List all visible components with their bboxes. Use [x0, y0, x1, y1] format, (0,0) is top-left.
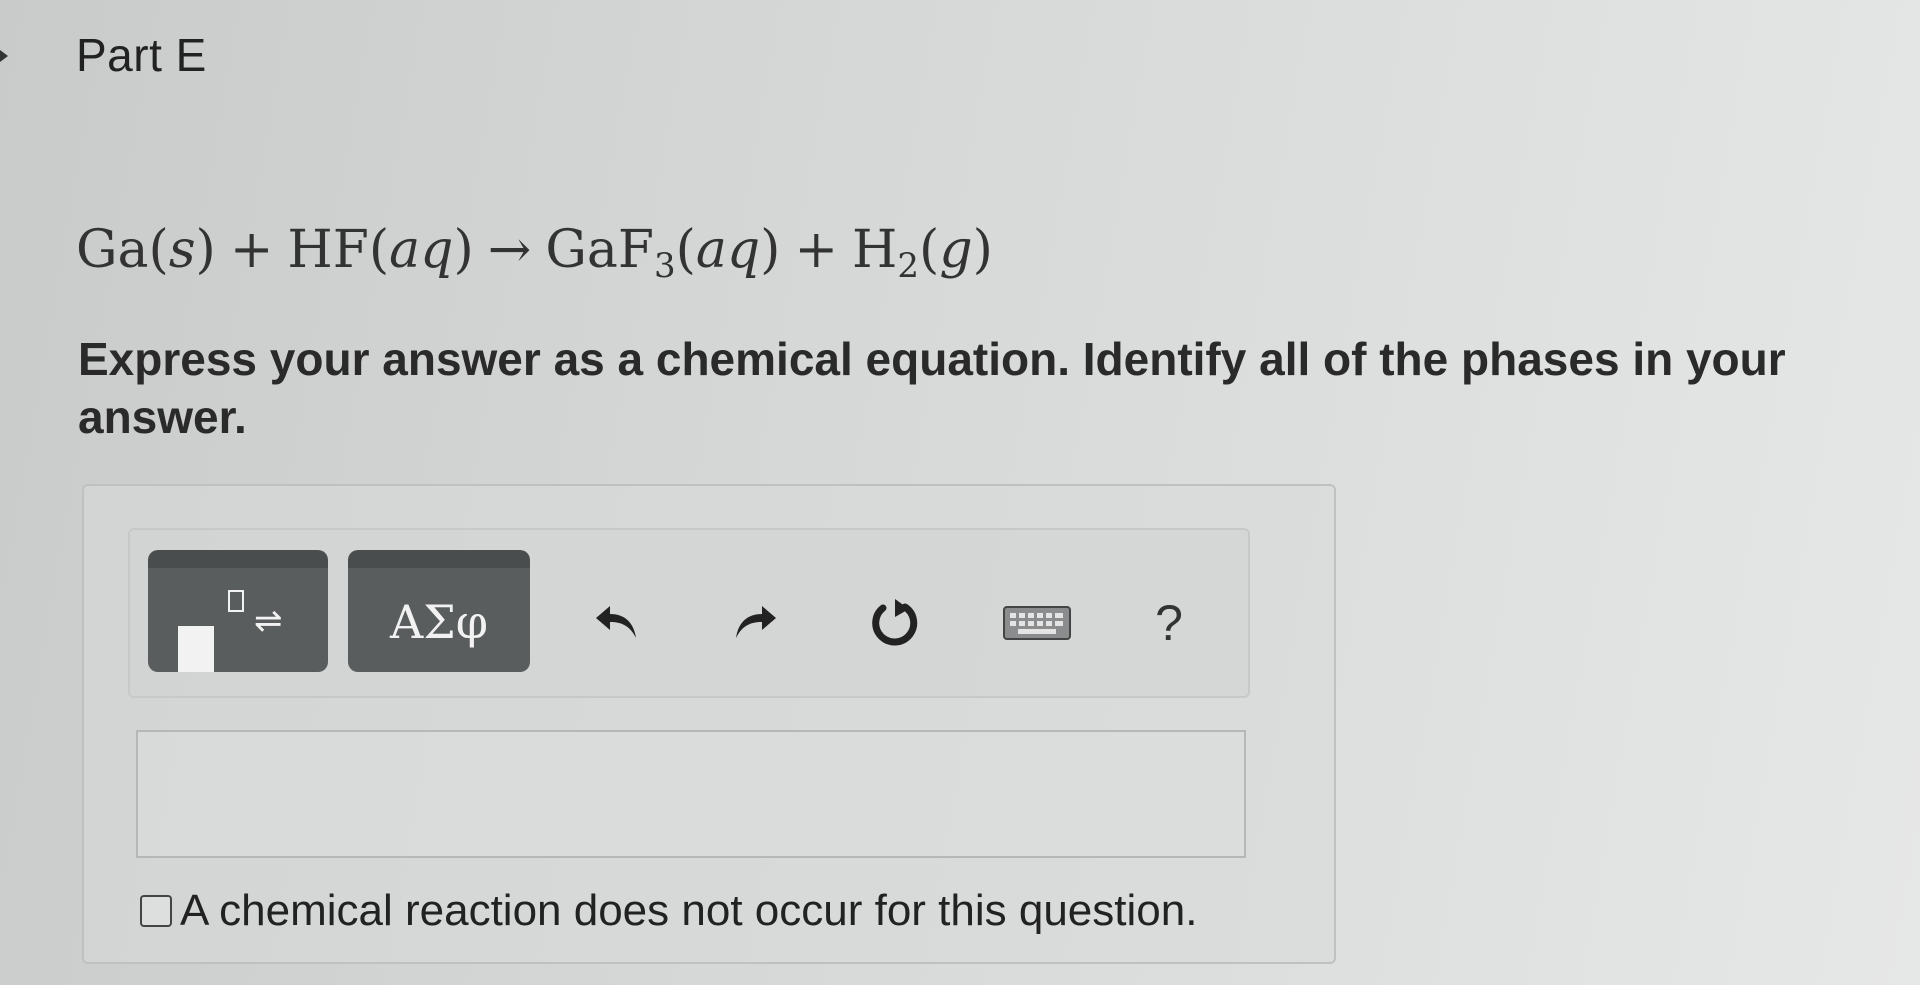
templates-button[interactable]: ⇌	[148, 550, 328, 672]
symbols-button[interactable]: ΑΣφ	[348, 550, 530, 672]
product-gaf3: GaF	[545, 220, 654, 280]
template-superscript-icon	[228, 590, 244, 612]
help-icon: ?	[1155, 595, 1183, 651]
redo-icon	[736, 606, 776, 638]
reactant-ga: Ga	[76, 220, 149, 280]
answer-input[interactable]	[136, 730, 1246, 858]
undo-icon	[596, 606, 636, 638]
phase-ga: s	[168, 220, 196, 280]
no-reaction-checkbox[interactable]	[140, 895, 172, 927]
symbols-label: ΑΣφ	[390, 595, 488, 649]
help-button[interactable]: ?	[1134, 588, 1204, 658]
phase-gaf3: aq	[695, 220, 761, 280]
answer-panel: ⇌ ΑΣφ ? A chemical reaction does not occ…	[82, 484, 1336, 964]
plus-sign: +	[794, 220, 839, 280]
reset-button[interactable]	[860, 588, 930, 658]
equilibrium-arrows-icon: ⇌	[254, 601, 283, 641]
phase-hf: aq	[389, 220, 454, 280]
reaction-equation: Ga(s) + HF(aq) → GaF3(aq) + H2(g)	[76, 220, 993, 286]
undo-button[interactable]	[582, 588, 652, 658]
no-reaction-option[interactable]: A chemical reaction does not occur for t…	[140, 886, 1197, 936]
instructions-text: Express your answer as a chemical equati…	[78, 333, 1786, 443]
plus-sign: +	[229, 220, 274, 280]
keyboard-button[interactable]	[1002, 588, 1072, 658]
template-box-icon	[178, 626, 214, 672]
reaction-arrow: →	[487, 220, 532, 280]
collapse-caret-icon[interactable]	[0, 50, 8, 62]
phase-h2: g	[939, 220, 973, 280]
no-reaction-label: A chemical reaction does not occur for t…	[180, 886, 1198, 935]
reset-icon	[872, 599, 918, 646]
product-h2: H	[852, 220, 898, 280]
reactant-hf: HF	[287, 220, 369, 280]
keyboard-icon	[1003, 606, 1071, 640]
subscript-2: 2	[897, 246, 920, 286]
part-title: Part E	[76, 29, 207, 81]
subscript-3: 3	[653, 246, 676, 286]
math-toolbar: ⇌ ΑΣφ ?	[128, 528, 1250, 698]
redo-button[interactable]	[720, 588, 790, 658]
